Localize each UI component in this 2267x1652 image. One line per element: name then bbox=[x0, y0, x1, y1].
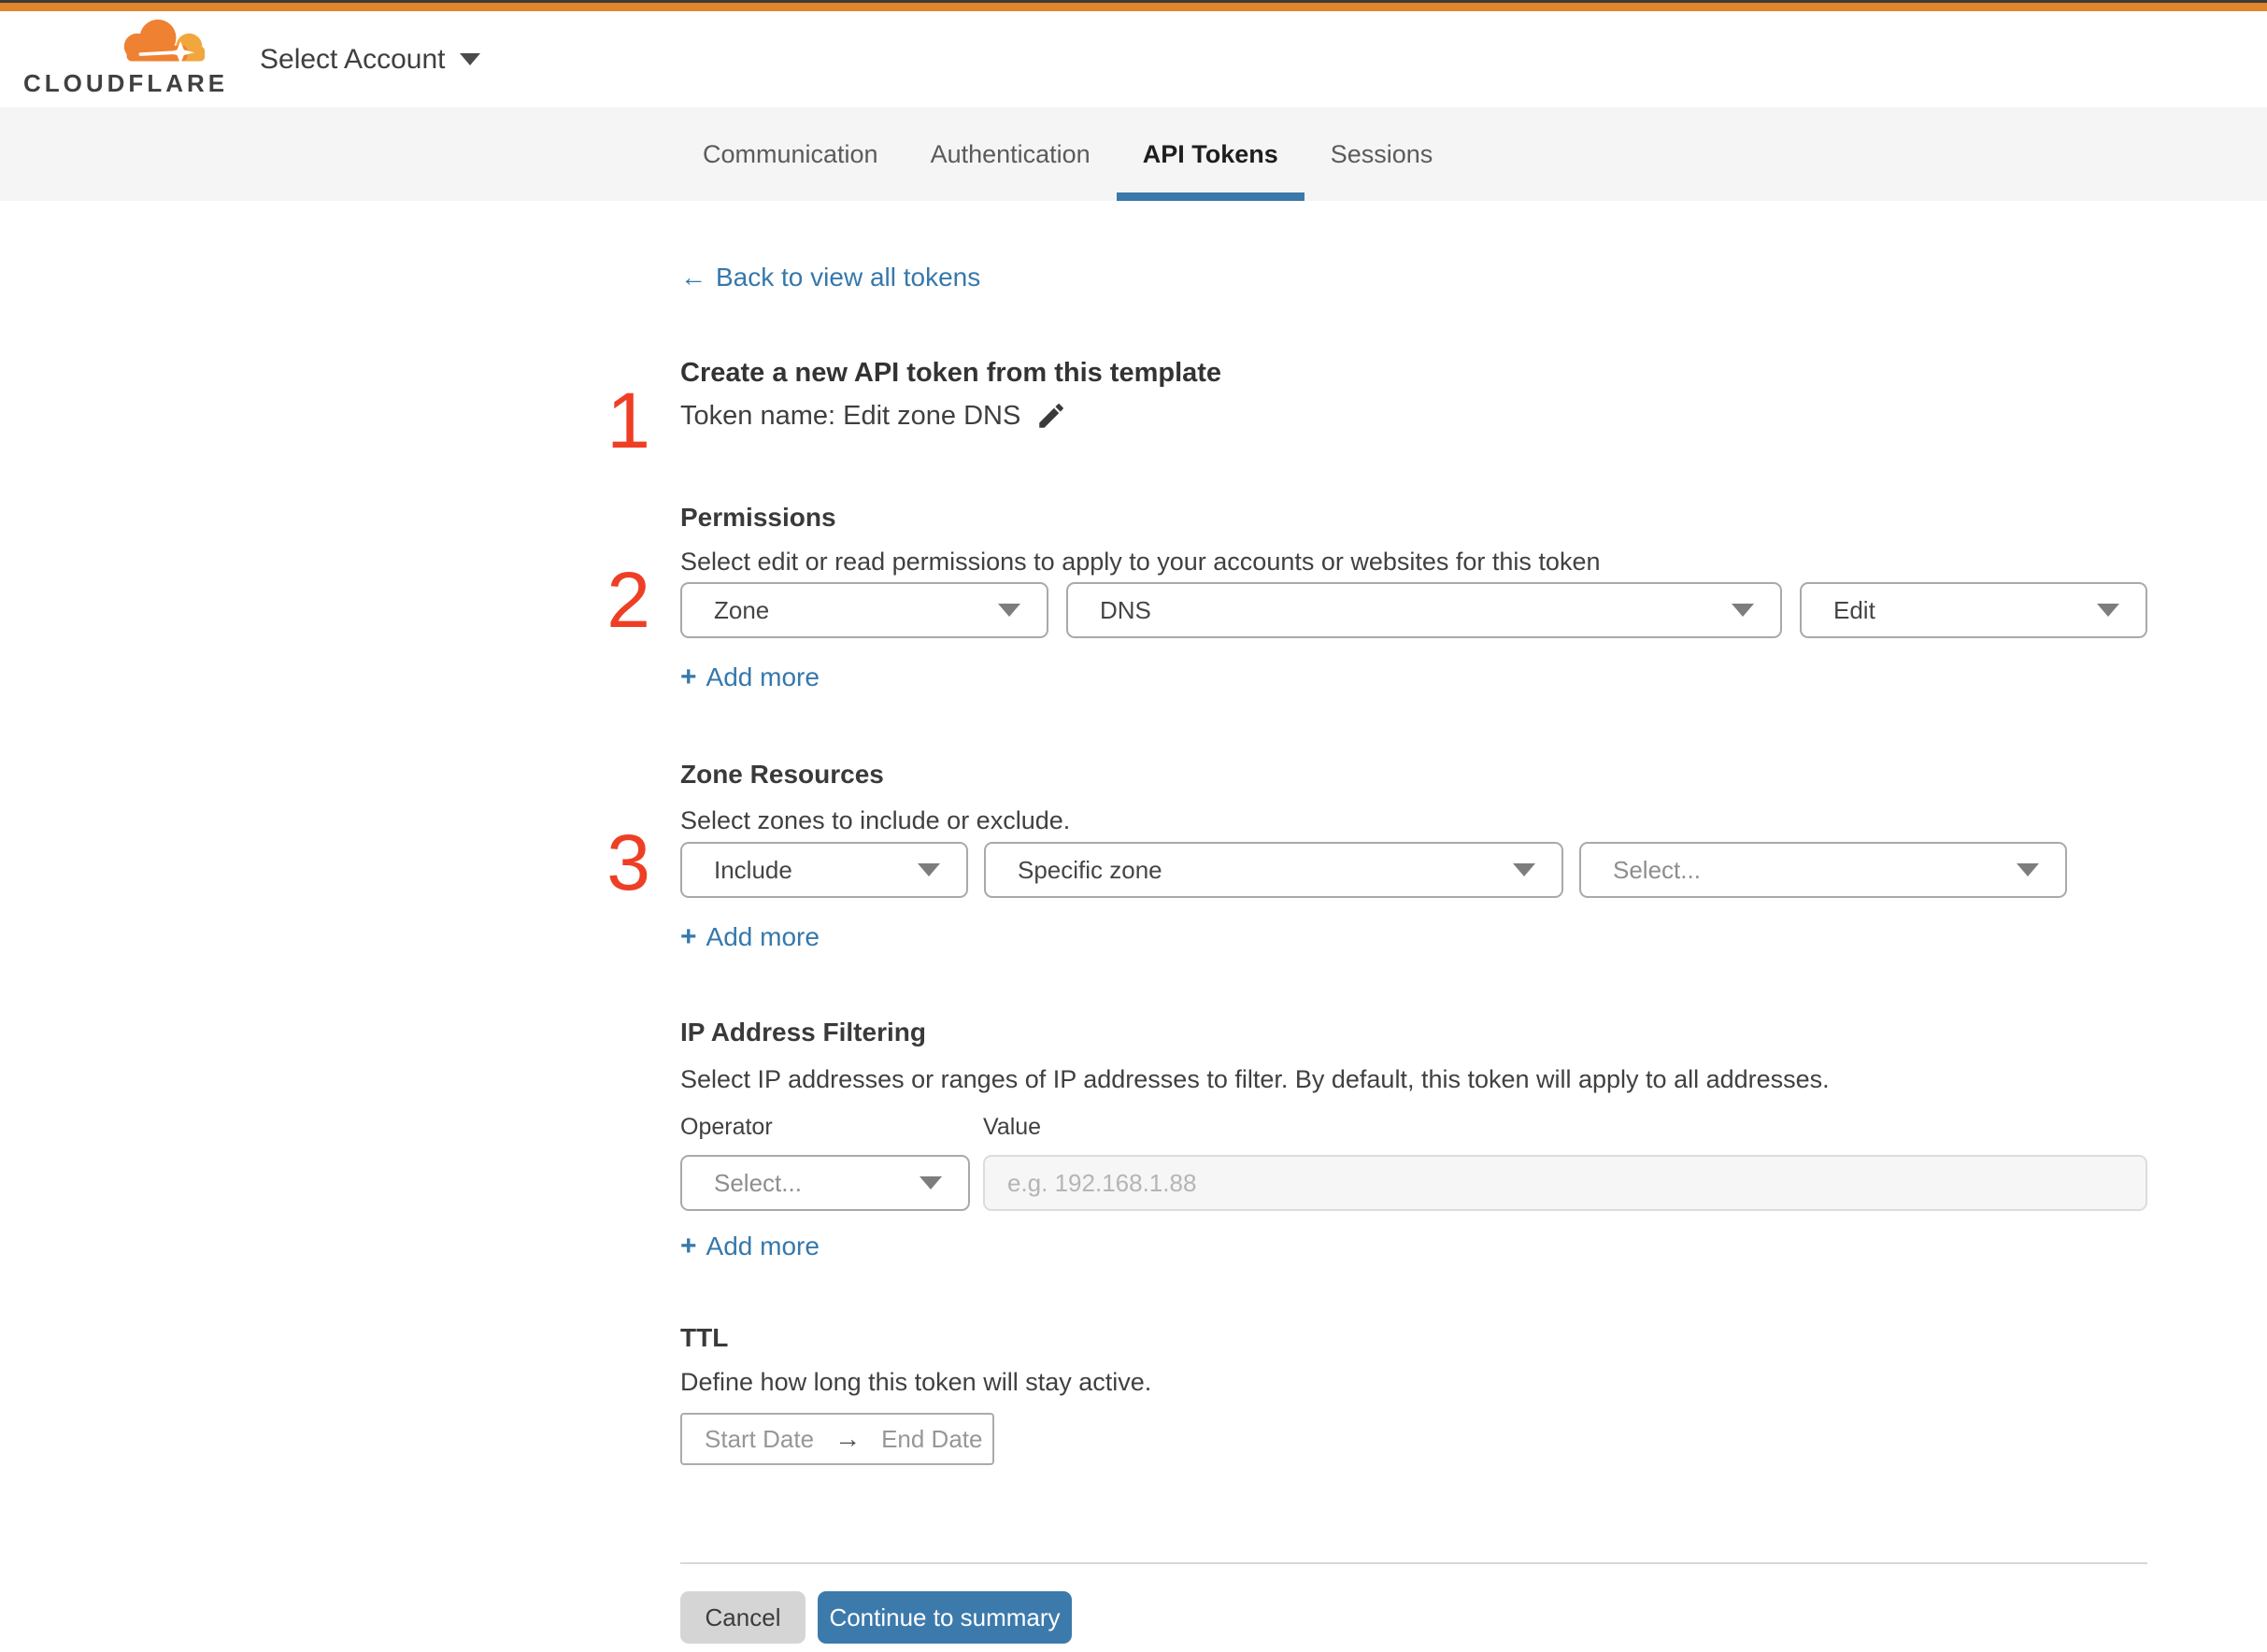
tab-api-tokens[interactable]: API Tokens bbox=[1116, 107, 1305, 201]
cloudflare-logo: CLOUDFLARE bbox=[23, 19, 224, 98]
ip-operator-dropdown[interactable]: Select... bbox=[680, 1155, 970, 1211]
tab-authentication[interactable]: Authentication bbox=[905, 107, 1117, 201]
cloudflare-cloud-icon bbox=[123, 19, 206, 64]
permission-scope-dropdown[interactable]: Zone bbox=[680, 582, 1048, 638]
zone-resources-heading: Zone Resources bbox=[680, 760, 884, 789]
chevron-down-icon bbox=[1513, 863, 1535, 876]
ip-filtering-add-more-link[interactable]: + Add more bbox=[680, 1231, 820, 1262]
app-header: CLOUDFLARE Select Account bbox=[0, 11, 2267, 108]
value-label: Value bbox=[983, 1114, 1042, 1140]
ip-filtering-heading: IP Address Filtering bbox=[680, 1018, 926, 1047]
zone-mode-dropdown[interactable]: Include bbox=[680, 842, 968, 898]
tab-group: Communication Authentication API Tokens … bbox=[677, 107, 1459, 201]
end-date-placeholder: End Date bbox=[881, 1424, 983, 1453]
zone-select-dropdown[interactable]: Select... bbox=[1579, 842, 2067, 898]
zone-resources-row: Include Specific zone Select... bbox=[680, 842, 2067, 898]
chevron-down-icon bbox=[920, 1176, 942, 1189]
back-to-tokens-link[interactable]: ← Back to view all tokens bbox=[680, 263, 980, 292]
ttl-description: Define how long this token will stay act… bbox=[680, 1368, 1152, 1396]
continue-to-summary-button[interactable]: Continue to summary bbox=[818, 1591, 1072, 1644]
arrow-right-icon: → bbox=[834, 1424, 862, 1453]
plus-icon: + bbox=[680, 921, 697, 952]
account-selector[interactable]: Select Account bbox=[260, 11, 481, 107]
permissions-description: Select edit or read permissions to apply… bbox=[680, 548, 1601, 576]
chevron-down-icon bbox=[2097, 604, 2119, 617]
chevron-down-icon bbox=[1732, 604, 1754, 617]
ip-filtering-row: Select... bbox=[680, 1155, 2147, 1211]
ip-filtering-description: Select IP addresses or ranges of IP addr… bbox=[680, 1065, 1830, 1093]
ip-value-input[interactable] bbox=[983, 1155, 2147, 1211]
account-selector-label: Select Account bbox=[260, 43, 446, 75]
start-date-placeholder: Start Date bbox=[705, 1424, 815, 1453]
plus-icon: + bbox=[680, 1231, 697, 1261]
tab-communication[interactable]: Communication bbox=[677, 107, 905, 201]
active-tab-underline bbox=[1116, 192, 1305, 201]
annotation-step-2: 2 bbox=[606, 556, 650, 644]
footer-divider bbox=[680, 1562, 2147, 1564]
profile-tab-bar: Communication Authentication API Tokens … bbox=[0, 107, 2267, 201]
chevron-down-icon bbox=[460, 53, 481, 65]
cloudflare-api-token-page: CLOUDFLARE Select Account Communication … bbox=[0, 0, 2267, 1652]
zone-resources-add-more-link[interactable]: + Add more bbox=[680, 921, 820, 953]
plus-icon: + bbox=[680, 662, 697, 692]
permissions-row: Zone DNS Edit bbox=[680, 582, 2147, 638]
back-link-label: Back to view all tokens bbox=[716, 263, 981, 292]
ttl-date-range-picker[interactable]: Start Date → End Date bbox=[680, 1413, 994, 1465]
chevron-down-icon bbox=[918, 863, 940, 876]
annotation-step-1: 1 bbox=[606, 377, 650, 464]
footer-actions: Cancel Continue to summary bbox=[680, 1591, 1072, 1644]
permission-access-dropdown[interactable]: Edit bbox=[1800, 582, 2147, 638]
permissions-add-more-link[interactable]: + Add more bbox=[680, 662, 820, 693]
tab-sessions[interactable]: Sessions bbox=[1305, 107, 1460, 201]
permissions-heading: Permissions bbox=[680, 503, 836, 532]
annotation-step-3: 3 bbox=[606, 819, 650, 906]
zone-type-dropdown[interactable]: Specific zone bbox=[984, 842, 1563, 898]
operator-label: Operator bbox=[680, 1114, 773, 1140]
back-arrow-icon: ← bbox=[680, 263, 706, 292]
zone-resources-description: Select zones to include or exclude. bbox=[680, 806, 1071, 834]
brand-orange-bar bbox=[0, 3, 2267, 11]
page-title: Create a new API token from this templat… bbox=[680, 358, 1222, 388]
token-name-row: Token name: Edit zone DNS bbox=[680, 400, 1067, 432]
chevron-down-icon bbox=[2017, 863, 2039, 876]
ttl-heading: TTL bbox=[680, 1323, 729, 1352]
chevron-down-icon bbox=[998, 604, 1020, 617]
token-name-text: Token name: Edit zone DNS bbox=[680, 400, 1021, 431]
permission-resource-dropdown[interactable]: DNS bbox=[1066, 582, 1782, 638]
cloudflare-wordmark: CLOUDFLARE bbox=[23, 69, 229, 97]
cancel-button[interactable]: Cancel bbox=[680, 1591, 806, 1644]
edit-pencil-icon[interactable] bbox=[1035, 400, 1067, 432]
